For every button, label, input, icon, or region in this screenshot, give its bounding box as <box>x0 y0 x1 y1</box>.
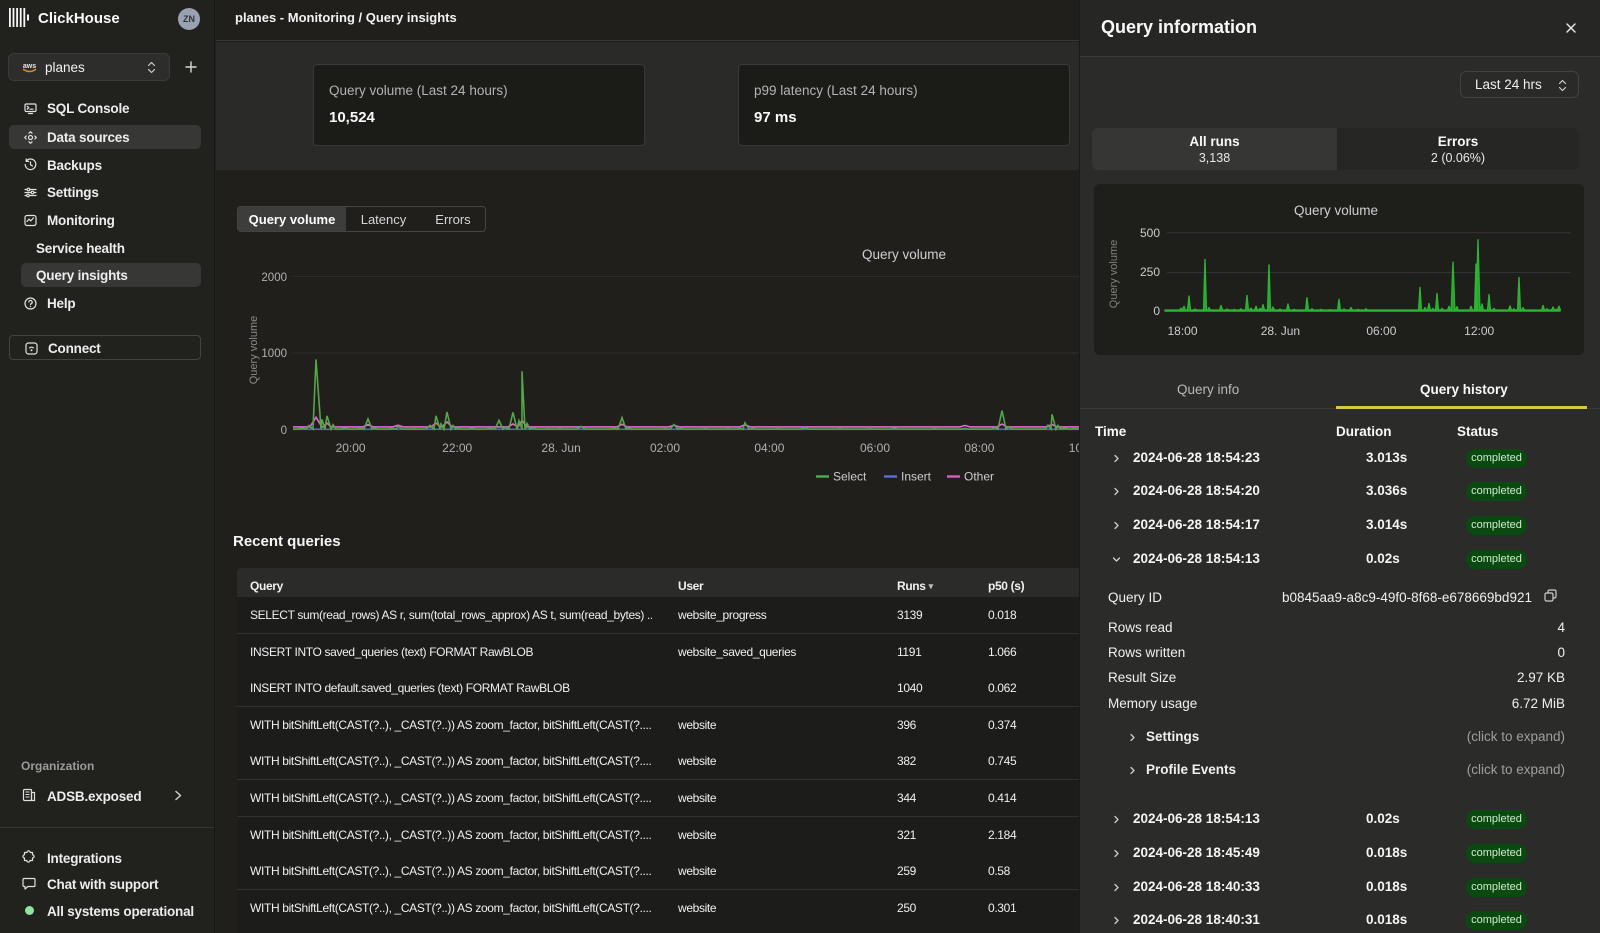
svg-text:Query volume: Query volume <box>248 316 260 384</box>
svg-text:04:00: 04:00 <box>754 441 784 455</box>
svg-text:0: 0 <box>1153 304 1160 318</box>
svg-text:Other: Other <box>964 470 994 484</box>
svg-text:2000: 2000 <box>261 272 287 284</box>
svg-text:08:00: 08:00 <box>964 441 994 455</box>
svg-text:18:00: 18:00 <box>1167 324 1197 338</box>
svg-text:06:00: 06:00 <box>860 441 890 455</box>
svg-text:1000: 1000 <box>261 348 287 360</box>
svg-text:Select: Select <box>833 470 867 484</box>
svg-text:500: 500 <box>1140 226 1160 240</box>
svg-text:20:00: 20:00 <box>336 441 366 455</box>
svg-text:Query volume: Query volume <box>1294 203 1378 218</box>
svg-text:02:00: 02:00 <box>650 441 680 455</box>
svg-text:0: 0 <box>281 425 287 437</box>
svg-text:28. Jun: 28. Jun <box>541 441 580 455</box>
svg-text:Insert: Insert <box>901 470 932 484</box>
svg-text:Query volume: Query volume <box>1108 240 1120 308</box>
svg-text:28. Jun: 28. Jun <box>1261 324 1300 338</box>
svg-text:Query volume: Query volume <box>862 247 946 262</box>
svg-text:aws: aws <box>23 63 36 70</box>
svg-text:06:00: 06:00 <box>1366 324 1396 338</box>
svg-text:250: 250 <box>1140 265 1160 279</box>
svg-text:12:00: 12:00 <box>1464 324 1494 338</box>
svg-text:22:00: 22:00 <box>442 441 472 455</box>
